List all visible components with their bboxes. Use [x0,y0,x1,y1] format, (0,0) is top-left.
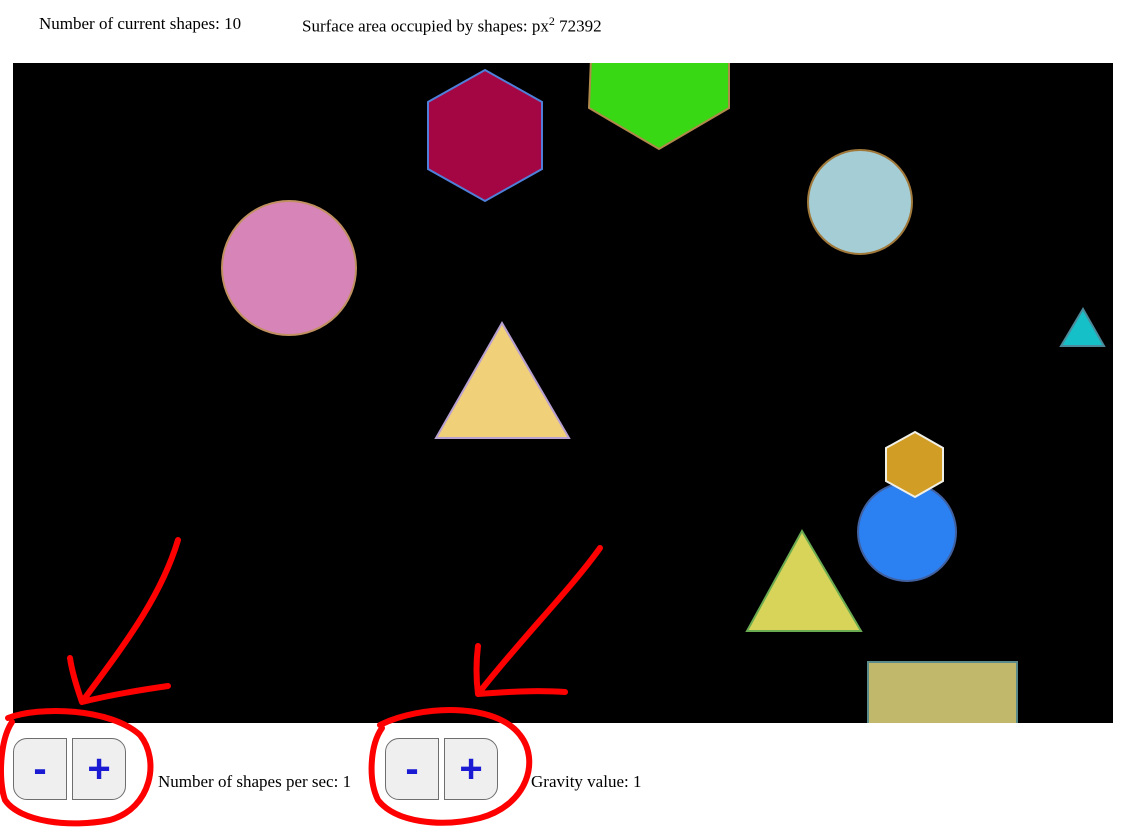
gravity-increase-button[interactable]: + [444,738,498,800]
rectangle-shape[interactable] [867,661,1018,723]
shape-count-stat: Number of current shapes: 10 [39,14,241,34]
shape-canvas-drawing[interactable] [13,63,1113,723]
gravity-value: 1 [632,772,642,791]
gravity-readout: Gravity value: 1 [531,772,641,792]
hexagon-shape[interactable] [427,68,543,203]
triangle-shape[interactable] [745,528,863,632]
shape-count-value: 10 [224,14,242,33]
shapes-per-sec-decrease-button[interactable]: - [13,738,67,800]
shapes-per-sec-value: 1 [342,772,352,791]
triangle-shape[interactable] [434,321,571,439]
surface-area-stat: Surface area occupied by shapes: px2 723… [302,14,602,37]
surface-area-exponent: 2 [548,14,555,28]
circle-shape[interactable] [807,149,913,255]
surface-area-label: Surface area occupied by shapes: px [302,16,549,36]
shape-count-label: Number of current shapes: [39,14,220,33]
gravity-label: Gravity value: [531,772,629,791]
shape-canvas[interactable] [13,63,1113,723]
circle-shape[interactable] [857,482,957,582]
gravity-decrease-button[interactable]: - [385,738,439,800]
triangle-shape[interactable] [1059,307,1106,347]
circle-shape[interactable] [221,200,357,336]
shapes-per-sec-increase-button[interactable]: + [72,738,126,800]
surface-area-value: 72392 [559,16,602,36]
shapes-per-sec-label: Number of shapes per sec: [158,772,339,791]
shapes-per-sec-readout: Number of shapes per sec: 1 [158,772,351,792]
pentagon-shape[interactable] [587,63,730,151]
